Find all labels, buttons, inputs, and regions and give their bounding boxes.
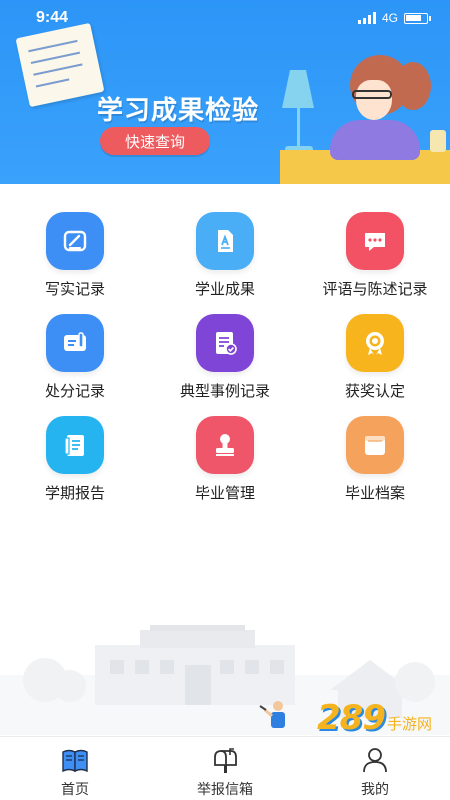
watermark-number: 289	[317, 698, 386, 738]
grid-item-graduation-management[interactable]: 毕业管理	[150, 416, 300, 518]
lamp-illustration	[282, 70, 314, 108]
grid-item-label: 处分记录	[44, 382, 105, 400]
chat-bubble-icon	[346, 212, 404, 270]
profile-icon	[363, 748, 387, 773]
tab-mine[interactable]: 我的	[300, 737, 450, 800]
function-grid: 写实记录 学业成果 评语与陈述记录 处分记录 典型事例记录 获奖认定 学期报告 …	[0, 212, 450, 518]
tab-home[interactable]: 首页	[0, 737, 150, 800]
watermark-text: 手游网	[386, 715, 432, 733]
network-type: 4G	[381, 11, 398, 25]
checklist-icon	[196, 314, 254, 372]
report-book-icon	[46, 416, 104, 474]
award-badge-icon	[346, 314, 404, 372]
grid-item-graduation-archive[interactable]: 毕业档案	[300, 416, 450, 518]
edit-note-icon	[46, 212, 104, 270]
battery-icon	[404, 12, 431, 24]
grid-item-comments-statements[interactable]: 评语与陈述记录	[300, 212, 450, 314]
grid-item-label: 写实记录	[44, 280, 105, 298]
grid-item-disciplinary-record[interactable]: 处分记录	[0, 314, 150, 416]
bottom-tab-bar: 首页 举报信箱 我的	[0, 736, 450, 800]
status-bar: 9:44 4G	[0, 0, 450, 36]
tab-label: 我的	[361, 782, 389, 798]
grid-item-label: 学业成果	[194, 280, 255, 298]
banner-title: 学习成果检验	[97, 96, 260, 126]
grid-item-award-certification[interactable]: 获奖认定	[300, 314, 450, 416]
watermark-logo: 289 手游网	[317, 698, 432, 738]
grid-item-factual-record[interactable]: 写实记录	[0, 212, 150, 314]
grid-item-label: 毕业管理	[194, 484, 255, 502]
tab-label: 举报信箱	[197, 782, 253, 798]
card-pen-icon	[46, 314, 104, 372]
grid-item-label: 获奖认定	[344, 382, 405, 400]
archive-folder-icon	[346, 416, 404, 474]
status-time: 9:44	[36, 9, 69, 26]
grid-item-label: 学期报告	[44, 484, 105, 502]
stamp-icon	[196, 416, 254, 474]
grid-item-label: 评语与陈述记录	[322, 280, 428, 298]
grid-item-academic-results[interactable]: 学业成果	[150, 212, 300, 314]
quick-query-button[interactable]: 快速查询	[100, 127, 210, 155]
tab-label: 首页	[61, 782, 89, 798]
tab-report-mailbox[interactable]: 举报信箱	[150, 737, 300, 800]
mailbox-icon	[214, 748, 237, 773]
signal-icon	[357, 12, 376, 24]
document-a-icon	[196, 212, 254, 270]
grid-item-semester-report[interactable]: 学期报告	[0, 416, 150, 518]
home-book-icon	[62, 749, 88, 773]
grid-item-typical-cases[interactable]: 典型事例记录	[150, 314, 300, 416]
grid-item-label: 典型事例记录	[179, 382, 270, 400]
grid-item-label: 毕业档案	[344, 484, 405, 502]
